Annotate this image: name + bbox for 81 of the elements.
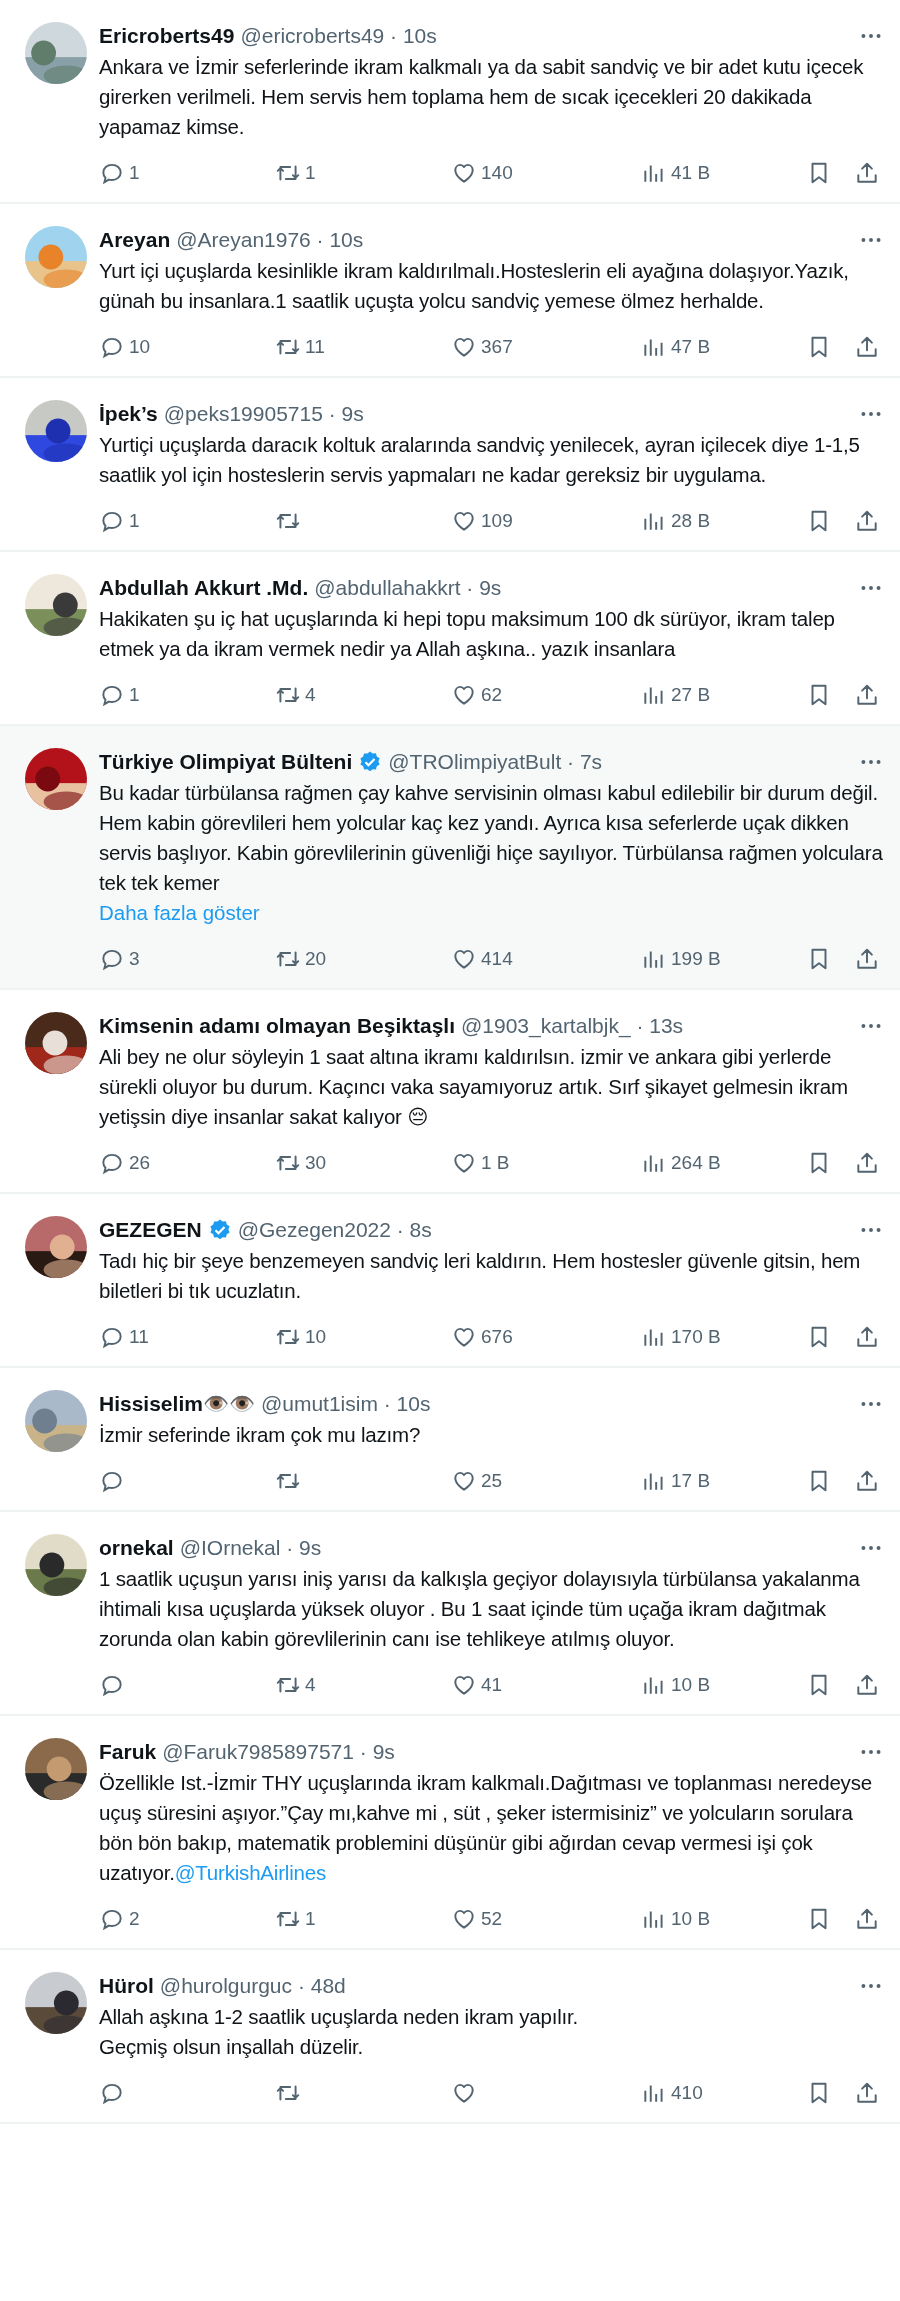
count: 26 bbox=[129, 1152, 151, 1174]
count: 676 bbox=[481, 1326, 513, 1348]
user-handle[interactable]: @abdullahakkrt · 9s bbox=[314, 574, 502, 602]
user-handle[interactable]: @Gezegen2022 · 8s bbox=[237, 1216, 432, 1244]
share-icon[interactable] bbox=[854, 2080, 880, 2106]
user-name[interactable]: Hissiselim👁👁 bbox=[99, 1390, 255, 1418]
count: 4 bbox=[305, 684, 316, 706]
count: 10 bbox=[305, 1326, 327, 1348]
user-handle[interactable]: @IOrnekal · 9s bbox=[179, 1534, 322, 1562]
share-icon[interactable] bbox=[854, 1468, 880, 1494]
count: 414 bbox=[481, 948, 513, 970]
tweet-text: Allah aşkına 1-2 saatlik uçuşlarda neden ikram yapılır. Geçmiş olsun inşallah düzelir. bbox=[99, 2004, 579, 2060]
count: 27 B bbox=[671, 684, 711, 706]
count: 410 bbox=[671, 2082, 703, 2104]
user-name[interactable]: Türkiye Olimpiyat Bülteni bbox=[99, 748, 353, 776]
share-icon[interactable] bbox=[854, 160, 880, 186]
tweet-text: Tadı hiç bir şeye benzemeyen sandviç leri kaldırın. Hem hostesler güvenle gitsin, hem biletleri bi tık ucuzlatın. bbox=[99, 1248, 862, 1304]
tweet-text: Yurtiçi uçuşlarda daracık koltuk aralarında sandviç yenilecek, ayran içilecek diye 1-1,5 saatlik yol için hosteslerin servis yapmaları ne kadar gereksiz bir uygulama. bbox=[99, 432, 861, 488]
count: 10 B bbox=[671, 1674, 711, 1696]
count: 41 bbox=[481, 1674, 503, 1696]
user-name[interactable]: ornekal bbox=[99, 1534, 174, 1562]
count: 20 bbox=[305, 948, 327, 970]
count: 199 B bbox=[671, 948, 721, 970]
user-handle[interactable]: @Faruk7985897571 · 9s bbox=[162, 1738, 395, 1766]
user-name[interactable]: Hürol bbox=[99, 1972, 154, 2000]
user-name[interactable]: Abdullah Akkurt .Md. bbox=[99, 574, 309, 602]
tweet-text: Bu kadar türbülansa rağmen çay kahve servisinin olması kabul edilebilir bir durum değil. Hem kabin görevlileri hem yolcular kaç kez yandı. Ayrıca kısa seferlerde uçak dikken servis başlıyor. Kabin görevlilerinin güvenliği hiçe sayılıyor. Türbülansa rağmen yolculara tek tek kemer bbox=[99, 780, 884, 896]
share-icon[interactable] bbox=[854, 1324, 880, 1350]
tweet-text: 1 saatlik uçuşun yarısı iniş yarısı da kalkışla geçiyor dolayısıyla türbülansa yakalanma ihtimali kısa uçuşlarda yüksek oluyor . Bu 1 saat içinde tüm uçağa ikram dağıtmak zorunda olan kabin görevlilerinin canı ise tehlikeye atılmış oluyor. bbox=[99, 1566, 861, 1652]
user-handle[interactable]: @ericroberts49 · 10s bbox=[240, 22, 437, 50]
share-icon[interactable] bbox=[854, 682, 880, 708]
count: 264 B bbox=[671, 1152, 721, 1174]
count: 28 B bbox=[671, 510, 711, 532]
share-icon[interactable] bbox=[854, 1150, 880, 1176]
user-handle[interactable]: @1903_kartalbjk_ · 13s bbox=[461, 1012, 684, 1040]
count: 52 bbox=[481, 1908, 503, 1930]
count: 2 bbox=[129, 1908, 140, 1930]
share-icon[interactable] bbox=[854, 508, 880, 534]
count: 10 bbox=[129, 336, 151, 358]
count: 1 bbox=[129, 684, 140, 706]
count: 3 bbox=[129, 948, 140, 970]
count: 1 bbox=[129, 162, 140, 184]
share-icon[interactable] bbox=[854, 946, 880, 972]
tweet-text: Ankara ve İzmir seferlerinde ikram kalkmalı ya da sabit sandviç ve bir adet kutu içecek girerken verilmeli. Hem servis hem toplama hem de sıcak içecekleri 20 dakikada yapamaz kimse. bbox=[99, 54, 865, 140]
count: 41 B bbox=[671, 162, 711, 184]
count: 17 B bbox=[671, 1470, 711, 1492]
count: 10 B bbox=[671, 1908, 711, 1930]
count: 1 bbox=[305, 162, 316, 184]
user-name[interactable]: Kimsenin adamı olmayan Beşiktaşlı bbox=[99, 1012, 455, 1040]
tweet-text: Yurt içi uçuşlarda kesinlikle ikram kaldırılmalı.Hosteslerin eli ayağına dolaşıyor.Yazık, günah bu insanlara.1 saatlik uçuşta yolcu sandviç yemese ölmez herhalde. bbox=[99, 258, 850, 314]
count: 62 bbox=[481, 684, 503, 706]
tweet-text: İzmir seferinde ikram çok mu lazım? bbox=[99, 1422, 422, 1448]
count: 11 bbox=[129, 1326, 149, 1348]
user-handle[interactable]: @TROlimpiyatBult · 7s bbox=[388, 748, 603, 776]
user-handle[interactable]: @hurolgurguc · 48d bbox=[159, 1972, 346, 2000]
user-handle[interactable]: @peks19905715 · 9s bbox=[163, 400, 364, 428]
count: 1 bbox=[129, 510, 140, 532]
share-icon[interactable] bbox=[854, 1672, 880, 1698]
user-name[interactable]: Ericroberts49 bbox=[99, 22, 235, 50]
count: 30 bbox=[305, 1152, 327, 1174]
count: 140 bbox=[481, 162, 513, 184]
count: 25 bbox=[481, 1470, 503, 1492]
tweet-text: Ali bey ne olur söyleyin 1 saat altına ikramı kaldırılsın. izmir ve ankara gibi yerlerde sürekli oluyor bu durum. Kaçıncı vaka sayamıyoruz artık. Sırf şikayet gelmesin ikram yetişsin diye insanlar sakat kalıyor 😔 bbox=[99, 1044, 849, 1130]
count: 4 bbox=[305, 1674, 316, 1696]
user-handle[interactable]: @umut1isim · 10s bbox=[260, 1390, 431, 1418]
count: 109 bbox=[481, 510, 513, 532]
user-name[interactable]: GEZEGEN bbox=[99, 1216, 202, 1244]
user-name[interactable]: İpek’s bbox=[99, 400, 158, 428]
tweet-text: Özellikle Ist.-İzmir THY uçuşlarında ikram kalkmalı.Dağıtması ve toplanması neredeyse uçuş süresini aşıyor.”Çay mı,kahve mi , süt , şeker istermisiniz” ve yolcuların sorulara bön bön bakıp, matematik problemini düşünür gibi ağırdan cevap vermesi işi çok uzatıyor.@TurkishAirlines bbox=[99, 1770, 873, 1886]
count: 11 bbox=[305, 336, 325, 358]
user-handle[interactable]: @Areyan1976 · 10s bbox=[176, 226, 364, 254]
share-icon[interactable] bbox=[854, 334, 880, 360]
count: 170 B bbox=[671, 1326, 721, 1348]
count: 47 B bbox=[671, 336, 711, 358]
count: 1 B bbox=[481, 1152, 510, 1174]
user-name[interactable]: Areyan bbox=[99, 226, 171, 254]
user-name[interactable]: Faruk bbox=[99, 1738, 157, 1766]
tweet-text: Hakikaten şu iç hat uçuşlarında ki hepi topu maksimum 100 dk sürüyor, ikram talep etmek ya da ikram vermek nedir ya Allah aşkına.. yazık insanlara bbox=[99, 606, 836, 662]
share-icon[interactable] bbox=[854, 1906, 880, 1932]
count: 1 bbox=[305, 1908, 316, 1930]
count: 367 bbox=[481, 336, 513, 358]
